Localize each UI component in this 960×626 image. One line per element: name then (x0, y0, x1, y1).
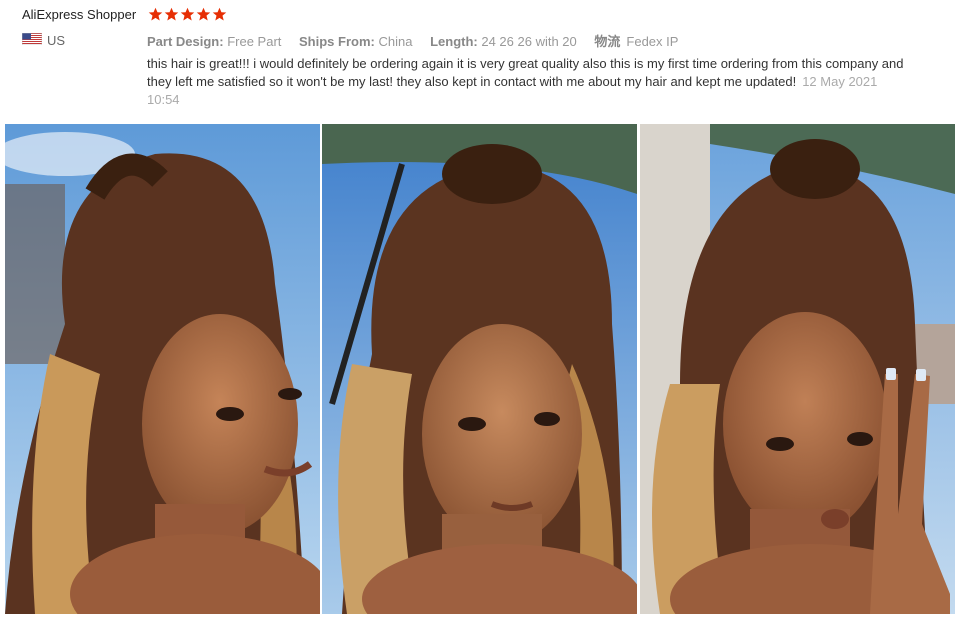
logistics-label: 物流 (594, 34, 621, 49)
star-icon (196, 7, 211, 21)
rating-stars (148, 7, 227, 22)
part-design-value: Free Part (227, 34, 282, 49)
ships-from-value: China (378, 34, 413, 49)
product-attributes: Part Design: Free Part Ships From: China… (147, 31, 692, 50)
us-flag-icon (22, 33, 42, 45)
ships-from-label: Ships From: (299, 34, 375, 49)
review-text: this hair is great!!! i would definitely… (147, 56, 904, 89)
star-icon (164, 7, 179, 21)
star-icon (180, 7, 195, 21)
star-icon (212, 7, 227, 21)
reviewer-country: US (47, 33, 66, 48)
reviewer-name: AliExpress Shopper (22, 7, 137, 22)
review-photo-1[interactable] (5, 124, 320, 614)
review-photo-3[interactable] (640, 124, 955, 614)
part-design-label: Part Design: (147, 34, 224, 49)
length-value: 24 26 26 with 20 (481, 34, 577, 49)
review-text-block: this hair is great!!! i would definitely… (147, 55, 907, 109)
logistics-value: Fedex IP (626, 34, 679, 49)
star-icon (148, 7, 163, 21)
review-photo-2[interactable] (322, 124, 637, 614)
length-label: Length: (430, 34, 478, 49)
